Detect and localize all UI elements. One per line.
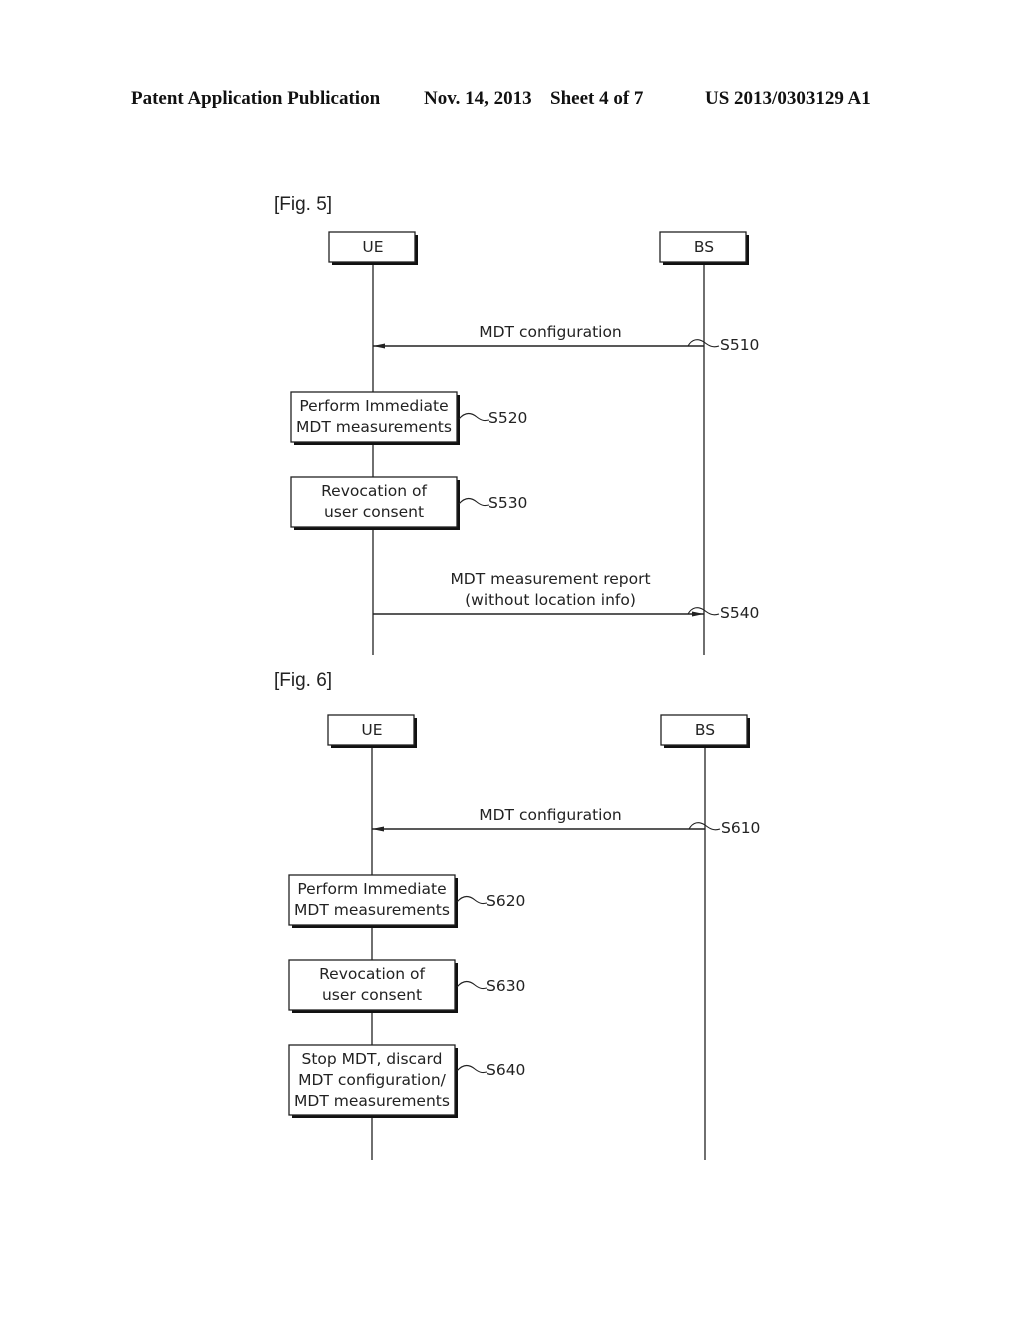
step-ref: S640 [486, 1061, 525, 1079]
action-box: Perform Immediate MDT measurements [288, 874, 458, 928]
arrow-head-icon [692, 611, 704, 617]
participant-label: UE [361, 721, 382, 739]
participant-bs: BS [659, 231, 749, 265]
leader-squiggle [456, 980, 488, 990]
leader-squiggle [458, 412, 490, 422]
participant-label: BS [695, 721, 715, 739]
step-ref: S620 [486, 892, 525, 910]
leader-squiggle [456, 1064, 488, 1074]
step-s620: Perform Immediate MDT measurements S620 [288, 874, 525, 928]
sequence-diagrams: [Fig. 5] UE BS MDT configuration S510 Perform… [274, 194, 760, 1160]
message-label: MDT measurement report [450, 570, 650, 588]
leader-squiggle [456, 895, 488, 905]
message-label: MDT configuration [479, 323, 622, 341]
arrow-head-icon [373, 343, 385, 349]
action-label: Revocation of [321, 482, 427, 500]
step-s530: Revocation of user consent S530 [290, 476, 527, 530]
figure-label: [Fig. 5] [274, 194, 332, 215]
action-box: Revocation of user consent [290, 476, 460, 530]
action-label: MDT measurements [294, 901, 450, 919]
action-label: Stop MDT, discard [302, 1050, 443, 1068]
leader-squiggle [458, 497, 490, 507]
action-label: MDT configuration/ [298, 1071, 447, 1089]
participant-bs: BS [660, 714, 750, 748]
step-ref: S520 [488, 409, 527, 427]
action-label: MDT measurements [296, 418, 452, 436]
participant-label: BS [694, 238, 714, 256]
step-ref: S610 [721, 819, 760, 837]
action-label: MDT measurements [294, 1092, 450, 1110]
action-label: Revocation of [319, 965, 425, 983]
step-s630: Revocation of user consent S630 [288, 959, 525, 1013]
arrow-head-icon [372, 826, 384, 832]
step-ref: S630 [486, 977, 525, 995]
step-s520: Perform Immediate MDT measurements S520 [290, 391, 527, 445]
step-s640: Stop MDT, discard MDT configuration/MDT m… [288, 1044, 525, 1118]
action-box: Revocation of user consent [288, 959, 458, 1013]
message-label: MDT configuration [479, 806, 622, 824]
step-ref: S540 [720, 604, 759, 622]
action-box: Stop MDT, discard MDT configuration/MDT m… [288, 1044, 458, 1118]
step-ref: S510 [720, 336, 759, 354]
figure-fig5: [Fig. 5] UE BS MDT configuration S510 Perform… [274, 194, 759, 655]
figure-label: [Fig. 6] [274, 670, 332, 691]
message-label: (without location info) [465, 591, 636, 609]
participant-label: UE [362, 238, 383, 256]
participant-ue: UE [327, 714, 417, 748]
participant-ue: UE [328, 231, 418, 265]
step-ref: S530 [488, 494, 527, 512]
step-s610: MDT configuration S610 [372, 806, 760, 837]
step-s510: MDT configuration S510 [373, 323, 759, 354]
action-label: Perform Immediate [299, 397, 448, 415]
figure-fig6: [Fig. 6] UE BS MDT configuration S610 Perform… [274, 670, 760, 1160]
action-label: user consent [322, 986, 422, 1004]
step-s540: MDT measurement report (without location … [373, 570, 759, 622]
action-label: Perform Immediate [297, 880, 446, 898]
action-box: Perform Immediate MDT measurements [290, 391, 460, 445]
action-label: user consent [324, 503, 424, 521]
